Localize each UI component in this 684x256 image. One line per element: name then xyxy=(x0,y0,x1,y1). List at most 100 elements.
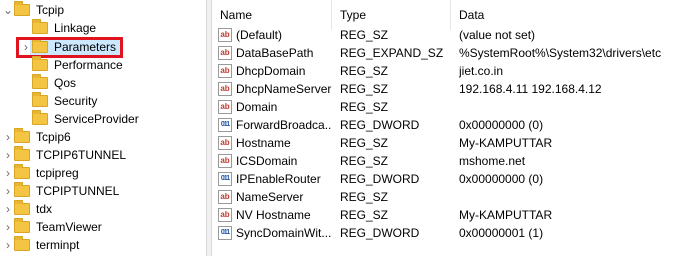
value-type: REG_SZ xyxy=(340,136,389,150)
value-type: REG_SZ xyxy=(340,28,389,42)
chevron-right-icon[interactable]: › xyxy=(2,146,14,164)
chevron-right-icon[interactable]: › xyxy=(2,128,14,146)
value-name: NameServer xyxy=(236,190,304,204)
folder-icon xyxy=(32,92,48,107)
tree-item-teamviewer[interactable]: › TeamViewer xyxy=(0,218,206,236)
value-row[interactable]: ab DhcpDomain REG_SZ jiet.co.in xyxy=(212,62,684,80)
folder-icon xyxy=(32,56,48,71)
string-value-icon: ab xyxy=(218,46,232,60)
value-type: REG_SZ xyxy=(340,208,389,222)
value-row[interactable]: ab DhcpNameServer REG_SZ 192.168.4.11 19… xyxy=(212,80,684,98)
tree-item-tcpipreg[interactable]: › tcpipreg xyxy=(0,164,206,182)
string-value-icon: ab xyxy=(218,190,232,204)
string-value-icon: ab xyxy=(218,82,232,96)
string-value-icon: ab xyxy=(218,28,232,42)
value-data: 0x00000000 (0) xyxy=(459,172,544,186)
value-row[interactable]: 011 IPEnableRouter REG_DWORD 0x00000000 … xyxy=(212,170,684,188)
value-row[interactable]: ab Domain REG_SZ xyxy=(212,98,684,116)
folder-icon xyxy=(32,19,48,34)
tree-item-label: Tcpip xyxy=(36,3,65,17)
value-name: DhcpDomain xyxy=(236,64,306,78)
value-name: SyncDomainWit... xyxy=(236,226,332,240)
chevron-right-icon[interactable]: › xyxy=(2,164,14,182)
value-row[interactable]: 011 SyncDomainWit... REG_DWORD 0x0000000… xyxy=(212,224,684,242)
value-type: REG_SZ xyxy=(340,190,389,204)
value-name: Hostname xyxy=(236,136,291,150)
value-type: REG_EXPAND_SZ xyxy=(340,46,444,60)
string-value-icon: ab xyxy=(218,64,232,78)
value-name: ICSDomain xyxy=(236,154,298,168)
binary-value-icon: 011 xyxy=(218,172,232,186)
value-data: 192.168.4.11 192.168.4.12 xyxy=(459,82,602,96)
value-type: REG_SZ xyxy=(340,64,389,78)
value-data xyxy=(459,188,684,206)
value-name: DhcpNameServer xyxy=(236,82,332,96)
value-type: REG_DWORD xyxy=(340,172,420,186)
tree-item-label: TeamViewer xyxy=(36,220,102,234)
binary-value-icon: 011 xyxy=(218,226,232,240)
tree-item-serviceprovider[interactable]: ServiceProvider xyxy=(0,110,206,128)
value-data: jiet.co.in xyxy=(459,64,504,78)
value-row[interactable]: ab DataBasePath REG_EXPAND_SZ %SystemRoo… xyxy=(212,44,684,62)
value-data: mshome.net xyxy=(459,154,526,168)
tree-item-label: TCPIP6TUNNEL xyxy=(36,148,127,162)
folder-icon xyxy=(14,1,30,16)
tree-item-label: Tcpip6 xyxy=(36,130,71,144)
folder-icon xyxy=(14,182,30,197)
value-type: REG_DWORD xyxy=(340,226,420,240)
folder-icon xyxy=(14,200,30,215)
tree-item-tcpip6[interactable]: › Tcpip6 xyxy=(0,128,206,146)
tree-item-label: Performance xyxy=(54,58,123,72)
value-name: IPEnableRouter xyxy=(236,172,321,186)
tree-item-label: Qos xyxy=(54,76,77,90)
tree-item-security[interactable]: Security xyxy=(0,92,206,110)
tree-item-label: ServiceProvider xyxy=(54,112,139,126)
tree-item-tcpip[interactable]: ⌄ Tcpip xyxy=(0,1,206,19)
value-row[interactable]: ab NameServer REG_SZ xyxy=(212,188,684,206)
folder-icon xyxy=(14,164,30,179)
tree-item-label: tdx xyxy=(36,202,53,216)
value-row[interactable]: 011 ForwardBroadca... REG_DWORD 0x000000… xyxy=(212,116,684,134)
value-row[interactable]: ab ICSDomain REG_SZ mshome.net xyxy=(212,152,684,170)
value-name: (Default) xyxy=(236,28,283,42)
string-value-icon: ab xyxy=(218,154,232,168)
tree-item-performance[interactable]: Performance xyxy=(0,56,206,74)
chevron-right-icon[interactable]: › xyxy=(2,200,14,218)
binary-value-icon: 011 xyxy=(218,118,232,132)
value-row[interactable]: ab NV Hostname REG_SZ My-KAMPUTTAR xyxy=(212,206,684,224)
registry-key-tree[interactable]: ⌄ Tcpip Linkage › Parameters Performance… xyxy=(0,0,206,256)
value-name: DataBasePath xyxy=(236,46,314,60)
string-value-icon: ab xyxy=(218,136,232,150)
value-type: REG_SZ xyxy=(340,154,389,168)
folder-icon xyxy=(32,74,48,89)
folder-icon xyxy=(32,110,48,125)
value-data: %SystemRoot%\System32\drivers\etc xyxy=(459,46,662,60)
tree-item-tcpiptunnel[interactable]: › TCPIPTUNNEL xyxy=(0,182,206,200)
highlight-box xyxy=(16,37,123,58)
chevron-right-icon[interactable]: › xyxy=(2,218,14,236)
folder-icon xyxy=(14,146,30,161)
tree-item-label: terminpt xyxy=(36,238,80,252)
registry-values-list[interactable]: Name Type Data ab (Default) REG_SZ (valu… xyxy=(212,0,684,256)
tree-item-tdx[interactable]: › tdx xyxy=(0,200,206,218)
tree-item-tcpip6tunnel[interactable]: › TCPIP6TUNNEL xyxy=(0,146,206,164)
value-data: My-KAMPUTTAR xyxy=(459,136,553,150)
value-name: Domain xyxy=(236,100,278,114)
tree-item-label: Security xyxy=(54,94,98,108)
string-value-icon: ab xyxy=(218,100,232,114)
tree-item-terminpt[interactable]: › terminpt xyxy=(0,236,206,254)
value-type: REG_SZ xyxy=(340,100,389,114)
value-type: REG_DWORD xyxy=(340,118,420,132)
chevron-right-icon[interactable]: › xyxy=(2,236,14,254)
folder-icon xyxy=(14,236,30,251)
value-data: 0x00000000 (0) xyxy=(459,118,544,132)
value-name: NV Hostname xyxy=(236,208,311,222)
tree-item-linkage[interactable]: Linkage xyxy=(0,19,206,37)
tree-item-qos[interactable]: Qos xyxy=(0,74,206,92)
value-row[interactable]: ab Hostname REG_SZ My-KAMPUTTAR xyxy=(212,134,684,152)
value-row[interactable]: ab (Default) REG_SZ (value not set) xyxy=(212,26,684,44)
chevron-right-icon[interactable]: › xyxy=(2,182,14,200)
chevron-down-icon[interactable]: ⌄ xyxy=(2,1,14,19)
folder-icon xyxy=(14,218,30,233)
folder-icon xyxy=(14,128,30,143)
